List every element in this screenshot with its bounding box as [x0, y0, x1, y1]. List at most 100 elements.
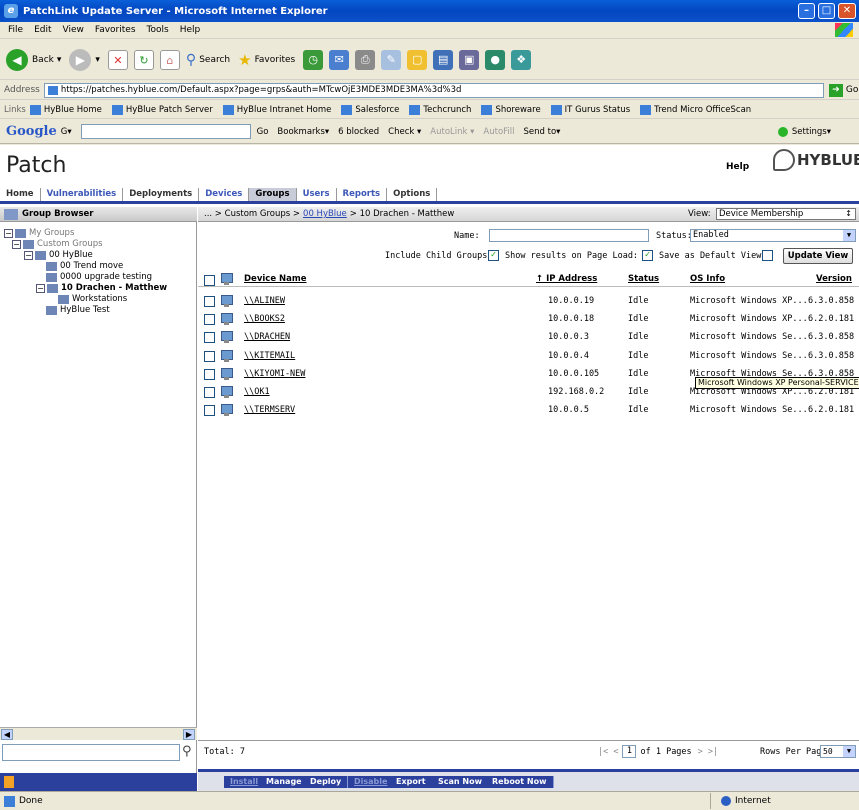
link-techcrunch[interactable]: Techcrunch	[409, 104, 471, 115]
google-popup-blocked[interactable]: 6 blocked	[338, 127, 379, 137]
tab-devices[interactable]: Devices	[199, 188, 250, 201]
search-icon[interactable]: ⚲	[182, 745, 196, 759]
menu-view[interactable]: View	[63, 25, 84, 35]
row-checkbox[interactable]	[204, 332, 215, 344]
device-name-link[interactable]: \\OK1	[244, 387, 270, 397]
table-row[interactable]: \\BOOKS2 10.0.0.18 Idle Microsoft Windows X…	[198, 310, 859, 328]
menu-favorites[interactable]: Favorites	[95, 25, 136, 35]
folder-icon[interactable]: ▢	[407, 49, 428, 70]
tree-00-hyblue[interactable]: −00 HyBlue	[24, 250, 93, 260]
install-button[interactable]: Install	[224, 776, 266, 788]
rows-per-page-select[interactable]: 50	[820, 745, 856, 758]
tab-deployments[interactable]: Deployments	[123, 188, 200, 201]
device-name-link[interactable]: \\DRACHEN	[244, 332, 290, 342]
close-button[interactable]: ✕	[838, 3, 856, 19]
google-spell-check[interactable]: Check ▾	[388, 127, 421, 137]
col-version[interactable]: Version	[816, 274, 852, 284]
tree-workstations[interactable]: Workstations	[58, 294, 127, 304]
device-name-link[interactable]: \\ALINEW	[244, 296, 285, 306]
google-menu[interactable]: G▾	[61, 127, 72, 137]
home-icon[interactable]: ⌂	[159, 49, 180, 70]
minimize-button[interactable]: –	[798, 3, 815, 19]
research-icon[interactable]: ▤	[433, 49, 454, 70]
tree-00-trend-move[interactable]: 00 Trend move	[46, 261, 123, 271]
row-checkbox[interactable]	[204, 387, 215, 398]
refresh-icon[interactable]: ↻	[133, 49, 154, 70]
group-search-input[interactable]	[2, 744, 180, 761]
stop-icon[interactable]: ✕	[107, 49, 128, 70]
back-button[interactable]: ◀ Back ▾	[6, 48, 61, 71]
row-checkbox[interactable]	[204, 405, 215, 417]
scroll-right-icon[interactable]: ▶	[183, 729, 195, 740]
google-search-input[interactable]	[80, 124, 251, 139]
breadcrumb-link-hyblue[interactable]: 00 HyBlue	[303, 209, 347, 219]
reboot-now-button[interactable]: Reboot Now	[486, 776, 554, 788]
row-checkbox[interactable]	[204, 368, 215, 380]
tab-reports[interactable]: Reports	[337, 188, 388, 201]
tab-home[interactable]: Home	[0, 188, 41, 201]
google-go-button[interactable]: Go	[257, 127, 269, 137]
tab-groups[interactable]: Groups	[249, 188, 297, 201]
device-name-link[interactable]: \\BOOKS2	[244, 314, 285, 324]
device-name-link[interactable]: \\TERMSERV	[244, 405, 295, 415]
go-button[interactable]: ➜ Go	[828, 83, 858, 97]
menu-edit[interactable]: Edit	[34, 25, 51, 35]
link-it-gurus[interactable]: IT Gurus Status	[550, 104, 630, 115]
export-button[interactable]: Export	[390, 776, 433, 788]
row-checkbox[interactable]	[204, 350, 215, 362]
mail-icon[interactable]: ✉	[329, 49, 350, 70]
table-row[interactable]: \\ALINEW 10.0.0.19 Idle Microsoft Windows X…	[198, 292, 859, 310]
col-status[interactable]: Status	[628, 274, 659, 284]
google-settings[interactable]: Settings▾	[777, 126, 831, 137]
menu-help[interactable]: Help	[180, 25, 201, 35]
pager-next[interactable]: > >|	[698, 747, 718, 757]
edit-icon[interactable]: ✎	[381, 49, 402, 70]
address-input[interactable]: https://patches.hyblue.com/Default.aspx?…	[43, 82, 824, 98]
tab-vulnerabilities[interactable]: Vulnerabilities	[41, 188, 124, 201]
page-number-input[interactable]: 1	[622, 745, 637, 758]
update-view-button[interactable]: Update View	[783, 248, 853, 264]
col-ip-address[interactable]: ↑ IP Address	[536, 274, 597, 284]
device-name-link[interactable]: \\KITEMAIL	[244, 351, 295, 361]
tree-0000-upgrade-testing[interactable]: 0000 upgrade testing	[46, 272, 152, 282]
manage-button[interactable]: Manage	[260, 776, 309, 788]
link-hyblue-home[interactable]: HyBlue Home	[29, 104, 102, 115]
show-results-checkbox[interactable]: ✓	[642, 250, 653, 261]
disable-button[interactable]: Disable	[348, 776, 395, 788]
status-select[interactable]: Enabled	[690, 229, 856, 242]
people-icon[interactable]: ●	[485, 49, 506, 70]
forward-button[interactable]: ▶ ▾	[69, 48, 100, 71]
include-child-checkbox[interactable]: ✓	[488, 250, 499, 261]
row-checkbox[interactable]	[204, 296, 215, 307]
link-shoreware[interactable]: Shoreware	[481, 104, 541, 115]
col-os-info[interactable]: OS Info	[690, 274, 725, 284]
messenger-icon[interactable]: ▣	[459, 49, 480, 70]
pager-prev[interactable]: |< <	[598, 747, 618, 757]
link-hyblue-patch-server[interactable]: HyBlue Patch Server	[111, 104, 213, 115]
deploy-button[interactable]: Deploy	[304, 776, 349, 788]
view-select[interactable]: Device Membership	[716, 208, 856, 220]
help-link[interactable]: Help	[726, 162, 749, 172]
google-autofill[interactable]: AutoFill	[483, 127, 514, 137]
device-name-link[interactable]: \\KIYOMI-NEW	[244, 369, 305, 379]
google-send-to[interactable]: Send to▾	[524, 127, 561, 137]
scan-now-button[interactable]: Scan Now	[432, 776, 489, 788]
history-icon[interactable]: ◷	[303, 49, 324, 70]
table-row[interactable]: \\KITEMAIL 10.0.0.4 Idle Microsoft Windows …	[198, 347, 859, 365]
save-default-checkbox[interactable]	[762, 250, 773, 261]
row-checkbox[interactable]	[204, 314, 215, 326]
menu-tools[interactable]: Tools	[147, 25, 169, 35]
favorites-button[interactable]: ★ Favorites	[238, 51, 295, 69]
col-device-name[interactable]: Device Name	[244, 274, 307, 284]
discuss-icon[interactable]: ❖	[511, 49, 532, 70]
name-filter-input[interactable]	[489, 229, 649, 242]
tree-10-drachen[interactable]: −10 Drachen - Matthew	[36, 283, 197, 293]
scroll-left-icon[interactable]: ◀	[1, 729, 13, 740]
select-all-checkbox[interactable]	[204, 275, 215, 286]
print-icon[interactable]: ⎙	[355, 49, 376, 70]
sidebar-horizontal-scrollbar[interactable]: ◀ ▶	[0, 727, 197, 740]
table-row[interactable]: \\DRACHEN 10.0.0.3 Idle Microsoft Windows S…	[198, 328, 859, 346]
tree-my-groups[interactable]: − My Groups	[4, 228, 74, 238]
tree-custom-groups[interactable]: − Custom Groups	[12, 239, 103, 249]
google-bookmarks[interactable]: Bookmarks▾	[277, 127, 329, 137]
